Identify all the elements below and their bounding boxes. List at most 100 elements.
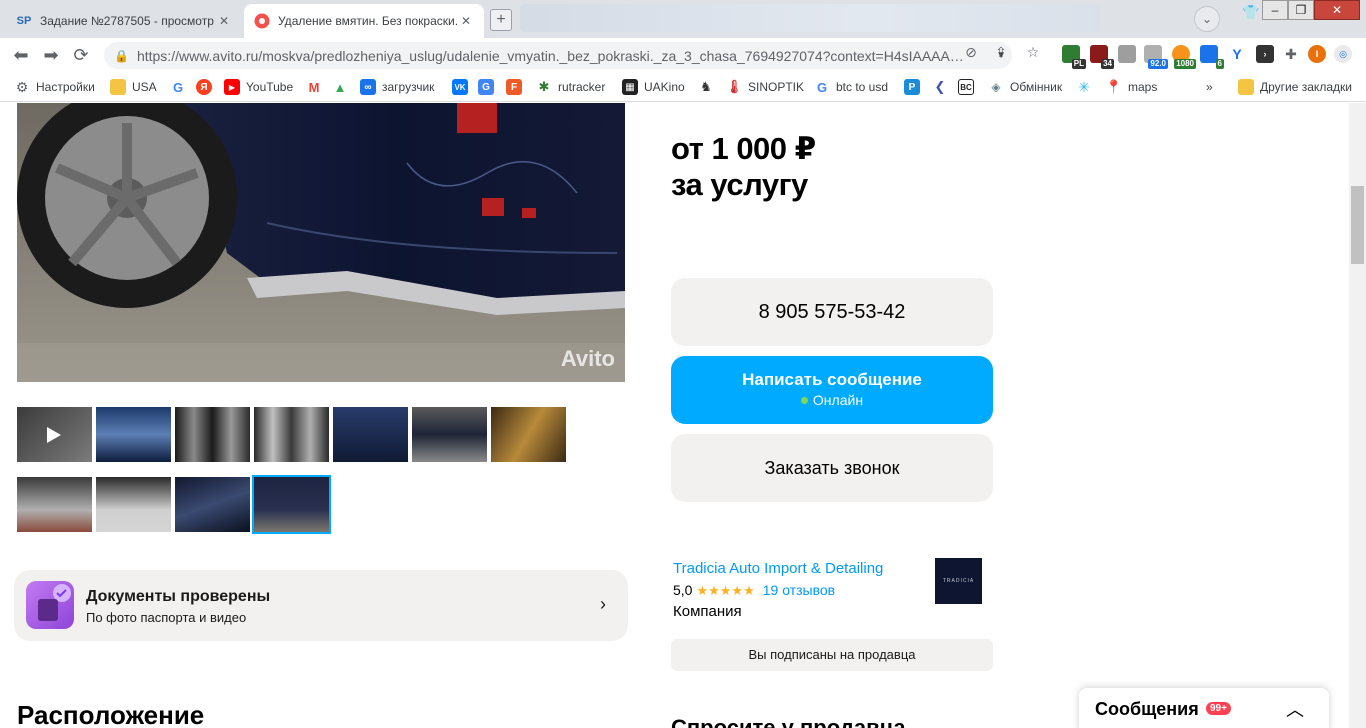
bookmark-sinoptik[interactable]: 🌡 SINOPTIK [726,78,804,96]
thumbnail[interactable] [254,407,329,462]
google-icon: G [172,79,184,95]
ask-seller-heading: Спросите у продавца [671,715,906,728]
new-tab-button[interactable]: + [490,9,512,31]
bookmark-google[interactable]: G [170,78,192,96]
online-status: Онлайн [671,392,993,408]
bookmark-uakino[interactable]: ▦ UAKino [622,78,685,96]
bookmark-spark[interactable]: ✳ [1076,78,1098,96]
bookmark-settings[interactable]: ⚙ Настройки [14,78,95,96]
bookmark-drive[interactable]: ▲ [332,78,354,96]
reload-icon[interactable]: ⟳ [70,44,92,66]
tab-strip-background [520,4,1100,32]
bookmark-f[interactable]: F [506,78,528,96]
share-icon[interactable]: ⇪ [992,43,1010,61]
close-tab-icon[interactable]: ✕ [458,14,474,28]
ext-bitcoin-icon[interactable]: 1080 [1172,45,1196,69]
lock-icon: 🔒 [114,48,129,63]
thumbnail[interactable] [412,407,487,462]
bookmark-exchange[interactable]: ◈ Обмінник [988,78,1062,96]
price: от 1 000 ₽ за услугу [671,131,816,203]
documents-subtitle: По фото паспорта и видео [86,610,247,625]
thumbnail[interactable] [491,407,566,462]
other-bookmarks[interactable]: Другие закладки [1238,78,1352,96]
documents-verified-card[interactable]: Документы проверены По фото паспорта и в… [14,570,628,641]
ext-bag-icon[interactable] [1118,45,1136,63]
bookmark-chess[interactable]: ♞ [698,78,720,96]
menu-globe-icon[interactable]: ◎ [1334,45,1352,63]
request-call-button[interactable]: Заказать звонок [671,434,993,502]
seller-avatar[interactable]: TRADICIA [935,558,982,604]
main-photo[interactable]: Avito [17,103,625,382]
subscribed-button[interactable]: Вы подписаны на продавца [671,639,993,671]
rutracker-icon: ✱ [538,79,550,94]
ext-arrow-icon[interactable]: › [1256,45,1274,63]
avito-watermark: Avito [560,346,615,371]
thumbnail-selected[interactable] [252,475,331,534]
url-text[interactable]: https://www.avito.ru/moskva/predlozheniy… [137,48,990,64]
blocked-popup-icon[interactable]: ⊘ [962,43,980,61]
profile-avatar[interactable]: I [1308,45,1326,63]
f-icon: F [506,79,522,95]
bookmark-youtube[interactable]: ▶ YouTube [224,78,293,96]
chevron-up-icon[interactable]: ︿ [1286,696,1304,722]
minimize-button[interactable]: – [1262,0,1288,20]
write-message-button[interactable]: Написать сообщение Онлайн [671,356,993,424]
bookmark-rutracker[interactable]: ✱ rutracker [536,78,606,96]
tab-zadanie[interactable]: SP Задание №2787505 - просмотр з… ✕ [6,4,242,38]
address-bar[interactable]: 🔒 https://www.avito.ru/moskva/predlozhen… [104,42,1012,69]
avito-favicon-icon [254,13,270,29]
more-bookmarks-button[interactable]: » [1206,78,1213,96]
bookmark-vk[interactable]: VK [452,78,474,96]
forward-arrow-icon[interactable]: ➡ [40,44,62,66]
bookmark-usa[interactable]: USA [110,78,157,96]
close-tab-icon[interactable]: ✕ [216,14,232,28]
thumbnail[interactable] [175,407,250,462]
bc-icon: BC [958,79,974,95]
verified-document-icon [26,581,74,629]
infinity-icon: ∞ [360,79,376,95]
youtube-icon: ▶ [224,79,240,95]
bookmark-btc[interactable]: G btc to usd [814,78,888,96]
scrollbar-thumb[interactable] [1351,186,1364,264]
seller-name-link[interactable]: Tradicia Auto Import & Detailing [673,560,883,577]
thumbnail[interactable] [96,477,171,532]
ext-y-icon[interactable]: Y [1228,45,1246,63]
thumbnail[interactable] [17,477,92,532]
messenger-widget[interactable]: Сообщения 99+ ︿ [1079,688,1329,728]
price-unit: за услугу [671,167,808,202]
thumbnail-video[interactable] [17,407,92,462]
bookmark-bc[interactable]: BC [958,78,980,96]
bookmark-star-icon[interactable]: ☆ [1024,43,1042,61]
reviews-link[interactable]: 19 отзывов [763,582,835,598]
bookmark-downloader[interactable]: ∞ загрузчик [360,78,434,96]
ext-34-icon[interactable]: 34 [1090,45,1114,69]
bookmark-arrow[interactable]: ❮ [932,78,954,96]
ext-download-icon[interactable]: 6 [1200,45,1224,69]
bookmark-p[interactable]: P [904,78,926,96]
ext-pl-icon[interactable]: PL [1062,45,1086,69]
tab-strip: SP Задание №2787505 - просмотр з… ✕ Удал… [0,0,1366,38]
chevron-down-icon[interactable]: ⌄ [1194,6,1220,32]
chess-icon: ♞ [700,79,712,94]
show-phone-button[interactable]: 8 905 575-53-42 [671,278,993,346]
extensions-puzzle-icon[interactable]: ✚ [1282,45,1300,63]
shirt-icon[interactable]: 👕 [1242,4,1259,21]
ext-speed-icon[interactable]: 92.0 [1144,45,1168,69]
back-arrow-icon[interactable]: ⬅ [10,44,32,66]
rating-value: 5,0 [673,582,693,598]
maximize-button[interactable]: ❐ [1288,0,1314,20]
arrow-icon: ❮ [934,79,946,94]
rating-stars-icon: ★★★★★ [696,583,755,598]
close-window-button[interactable]: ✕ [1314,0,1360,20]
yandex-icon: Я [196,79,212,95]
thumbnail[interactable] [175,477,250,532]
thumbnail[interactable] [96,407,171,462]
bookmark-maps[interactable]: 📍 maps [1106,78,1157,96]
bookmark-translate[interactable]: G [478,78,500,96]
tab-avito[interactable]: Удаление вмятин. Без покраски. З… ✕ [244,4,484,38]
bookmark-yandex[interactable]: Я [196,78,218,96]
thumbnail[interactable] [333,407,408,462]
thermometer-icon: 🌡 [725,79,743,94]
bookmark-gmail[interactable]: M [306,78,328,96]
gmail-icon: M [308,79,320,95]
